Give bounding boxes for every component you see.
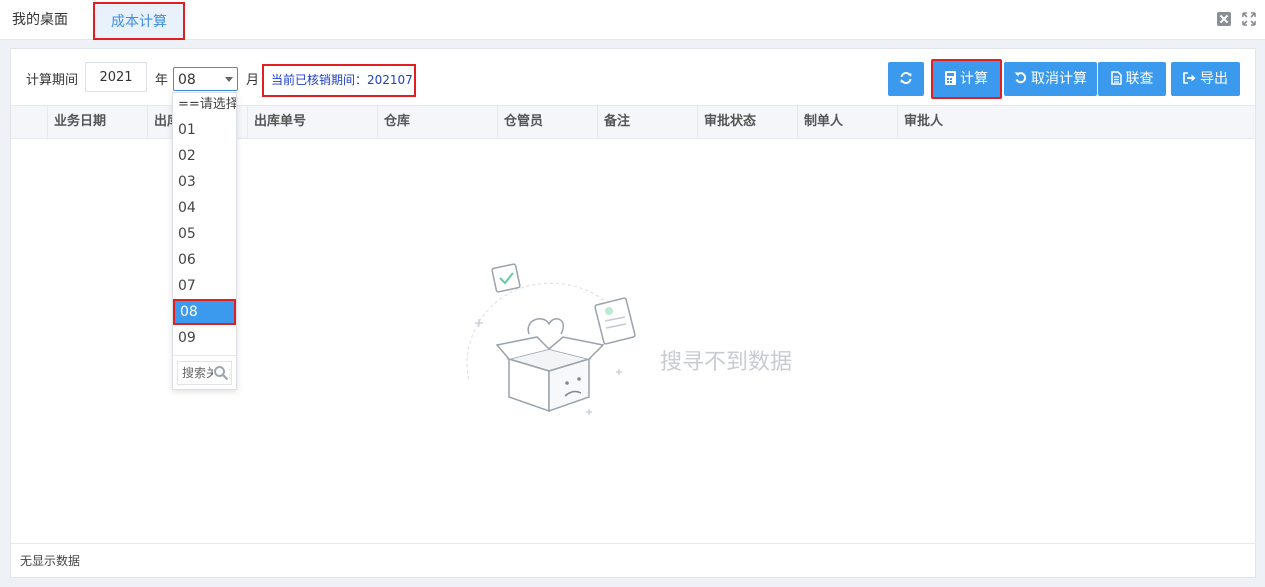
calculate-button[interactable]: 计算 [931, 59, 1002, 99]
month-option-selected[interactable]: 08 [173, 299, 236, 325]
column-header[interactable]: 审批状态 [697, 106, 797, 138]
column-header[interactable]: 仓库 [377, 106, 497, 138]
cancel-calculation-button[interactable]: 取消计算 [1004, 62, 1097, 96]
linked-query-button[interactable]: 联查 [1098, 62, 1166, 96]
tab-bar: 我的桌面 成本计算 [0, 0, 1265, 40]
empty-state-text: 搜寻不到数据 [660, 350, 793, 375]
month-option[interactable]: 06 [173, 247, 236, 273]
month-unit: 月 [246, 73, 260, 88]
month-option[interactable]: ==请选择== [173, 93, 236, 117]
month-dropdown: ==请选择== 01 02 03 04 05 06 07 08 09 搜索关键字 [172, 92, 237, 390]
month-option[interactable]: 07 [173, 273, 236, 299]
refresh-button[interactable] [888, 62, 924, 96]
period-label: 计算期间 [26, 73, 79, 88]
month-option[interactable]: 04 [173, 195, 236, 221]
year-input[interactable] [85, 62, 147, 92]
calculate-button-label: 计算 [960, 71, 988, 87]
month-select-value: 08 [178, 72, 196, 88]
column-header[interactable]: 备注 [597, 106, 697, 138]
calculator-icon [945, 70, 956, 85]
column-header[interactable]: 审批人 [897, 106, 1256, 138]
export-label: 导出 [1200, 71, 1228, 87]
column-header[interactable]: 出库单号 [247, 106, 377, 138]
undo-icon [1014, 72, 1027, 84]
verified-period-text: 当前已核销期间：202107 [262, 64, 416, 97]
chevron-down-icon [225, 77, 233, 82]
cancel-calculation-label: 取消计算 [1031, 71, 1087, 87]
empty-box-illustration [449, 259, 649, 419]
month-option[interactable]: 05 [173, 221, 236, 247]
tab-cost-calc[interactable]: 成本计算 [93, 2, 185, 40]
fullscreen-icon[interactable] [1242, 12, 1256, 26]
month-option[interactable]: 03 [173, 169, 236, 195]
search-icon [213, 365, 229, 381]
column-header[interactable]: 业务日期 [47, 106, 147, 138]
export-icon [1183, 71, 1196, 84]
month-option[interactable]: 02 [173, 143, 236, 169]
column-header[interactable]: 仓管员 [497, 106, 597, 138]
dropdown-search-input[interactable]: 搜索关键字 [177, 361, 232, 385]
month-option[interactable]: 09 [173, 325, 236, 351]
column-header[interactable]: 制单人 [797, 106, 897, 138]
year-unit: 年 [155, 73, 169, 88]
linked-query-label: 联查 [1125, 71, 1154, 87]
footer-status: 无显示数据 [11, 543, 1255, 577]
document-icon [1110, 70, 1122, 85]
close-tab-icon[interactable] [1217, 12, 1231, 26]
dropdown-search: 搜索关键字 [173, 355, 236, 389]
tab-home[interactable]: 我的桌面 [12, 0, 68, 40]
refresh-icon [900, 71, 912, 84]
month-select[interactable]: 08 [173, 67, 238, 91]
export-button[interactable]: 导出 [1171, 62, 1240, 96]
month-option[interactable]: 01 [173, 117, 236, 143]
